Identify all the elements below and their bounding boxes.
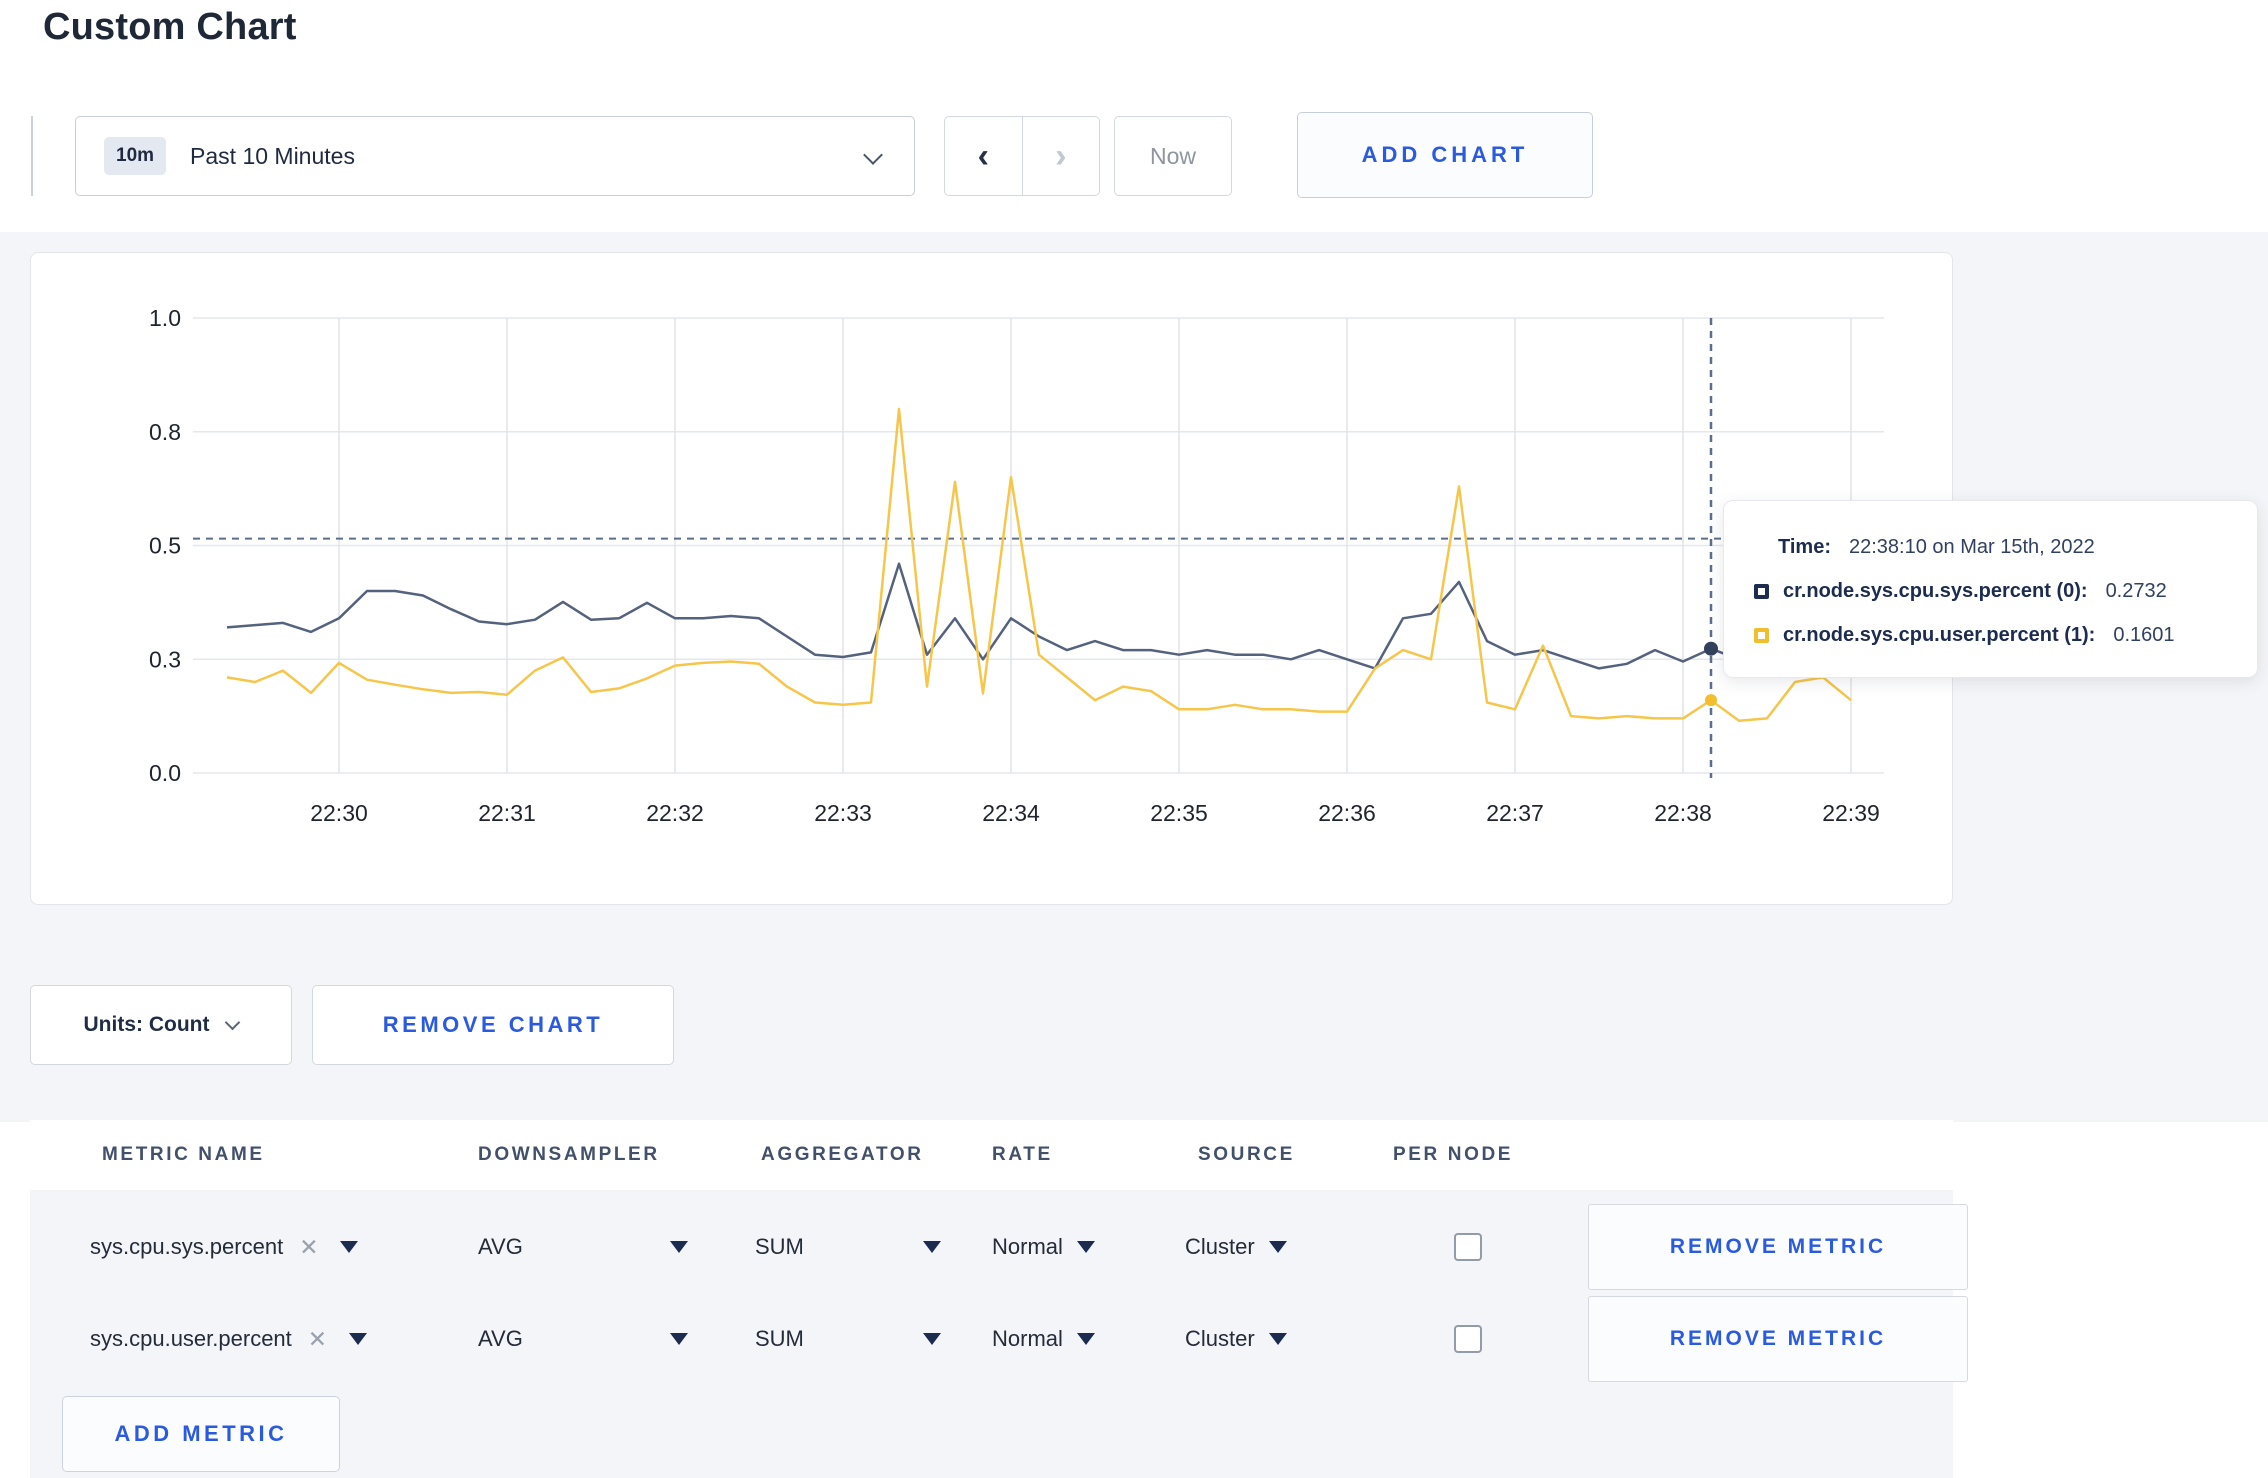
sys-series-swatch-icon	[1754, 583, 1769, 599]
metrics-table-body: sys.cpu.sys.percent ✕ AVG SUM Normal Clu…	[30, 1190, 1968, 1478]
clear-metric-icon[interactable]: ✕	[299, 1234, 318, 1261]
table-row: sys.cpu.sys.percent ✕ AVG SUM Normal Clu…	[30, 1201, 1968, 1293]
caret-down-icon	[1076, 1333, 1095, 1345]
per-node-checkbox[interactable]	[1454, 1233, 1482, 1261]
rate-select[interactable]: Normal	[992, 1201, 1095, 1293]
chart-card: 0.0 0.3 0.5 0.8 1.0 22:30 22:31 22:32 22:33 22:34…	[30, 252, 1953, 905]
aggregator-select[interactable]: SUM	[755, 1201, 941, 1293]
metric-name-dropdown[interactable]: sys.cpu.user.percent ✕	[90, 1293, 368, 1385]
metric-name-label: sys.cpu.user.percent	[90, 1326, 292, 1351]
prev-time-button[interactable]: ‹	[945, 117, 1023, 195]
column-header-source: SOURCE	[1198, 1144, 1295, 1165]
downsampler-select[interactable]: AVG	[478, 1201, 688, 1293]
tooltip-series-label: cr.node.sys.cpu.user.percent (1):	[1783, 623, 2096, 646]
time-window-badge: 10m	[104, 137, 167, 175]
y-axis-tick-label: 0.0	[149, 760, 181, 786]
time-step-buttons: ‹ ›	[944, 116, 1100, 196]
units-label: Units: Count	[83, 1013, 210, 1036]
tooltip-time-row: Time: 22:38:10 on Mar 15th, 2022	[1724, 525, 2257, 569]
per-node-cell	[1438, 1201, 1498, 1293]
tooltip-series-value: 0.2732	[2105, 579, 2167, 602]
per-node-cell	[1438, 1293, 1498, 1385]
source-select[interactable]: Cluster	[1185, 1201, 1287, 1293]
column-header-rate: RATE	[992, 1144, 1053, 1165]
rate-select[interactable]: Normal	[992, 1293, 1095, 1385]
caret-down-icon	[670, 1333, 688, 1345]
caret-down-icon	[1268, 1241, 1287, 1253]
downsampler-value: AVG	[478, 1234, 523, 1259]
caret-down-icon	[340, 1241, 359, 1253]
column-header-metric-name: METRIC NAME	[102, 1144, 265, 1165]
remove-metric-button[interactable]: REMOVE METRIC	[1588, 1204, 1968, 1290]
x-axis-tick-label: 22:30	[310, 800, 368, 826]
caret-down-icon	[1268, 1333, 1287, 1345]
aggregator-value: SUM	[755, 1326, 804, 1351]
toolbar-divider	[31, 116, 33, 196]
chart-svg[interactable]: 0.0 0.3 0.5 0.8 1.0 22:30 22:31 22:32 22:33 22:34…	[31, 253, 1954, 906]
time-window-select[interactable]: 10m Past 10 Minutes	[75, 116, 915, 196]
units-select[interactable]: Units: Count	[30, 985, 292, 1065]
tooltip-time-value: 22:38:10 on Mar 15th, 2022	[1848, 535, 2095, 558]
metrics-table-header: METRIC NAME DOWNSAMPLER AGGREGATOR RATE …	[30, 1120, 1953, 1190]
chevron-right-icon: ›	[1055, 137, 1067, 175]
aggregator-value: SUM	[755, 1234, 804, 1259]
per-node-checkbox[interactable]	[1454, 1325, 1482, 1353]
table-row: sys.cpu.user.percent ✕ AVG SUM Normal Cl…	[30, 1293, 1968, 1385]
caret-down-icon	[670, 1241, 688, 1253]
chart-tooltip: Time: 22:38:10 on Mar 15th, 2022 cr.node…	[1723, 500, 2258, 678]
x-axis-tick-label: 22:36	[1318, 800, 1376, 826]
tooltip-series-row: cr.node.sys.cpu.sys.percent (0): 0.2732	[1724, 569, 2257, 613]
source-select[interactable]: Cluster	[1185, 1293, 1287, 1385]
caret-down-icon	[923, 1333, 941, 1345]
time-window-label: Past 10 Minutes	[190, 142, 355, 169]
custom-chart-page: { "page": { "title": "Custom Chart" }, "…	[0, 0, 2268, 1478]
column-header-per-node: PER NODE	[1393, 1144, 1514, 1165]
x-axis-tick-label: 22:39	[1822, 800, 1880, 826]
now-button[interactable]: Now	[1114, 116, 1232, 196]
tooltip-series-row: cr.node.sys.cpu.user.percent (1): 0.1601	[1724, 613, 2257, 657]
add-metric-button[interactable]: ADD METRIC	[62, 1396, 340, 1472]
y-axis-tick-label: 0.3	[149, 646, 181, 672]
y-axis-tick-label: 0.8	[149, 419, 181, 445]
source-value: Cluster	[1185, 1326, 1255, 1351]
series-line-user	[226, 407, 1852, 722]
rate-value: Normal	[992, 1234, 1063, 1259]
x-axis-tick-label: 22:37	[1486, 800, 1544, 826]
x-axis-tick-label: 22:31	[478, 800, 536, 826]
user-hover-dot	[1705, 694, 1717, 707]
sys-hover-dot	[1704, 641, 1718, 656]
user-series-swatch-icon	[1754, 627, 1769, 643]
caret-down-icon	[349, 1333, 368, 1345]
tooltip-time-label: Time:	[1778, 535, 1831, 558]
tooltip-series-value: 0.1601	[2113, 623, 2175, 646]
chevron-left-icon: ‹	[977, 137, 989, 175]
clear-metric-icon[interactable]: ✕	[308, 1326, 327, 1353]
chevron-down-icon	[225, 1014, 241, 1030]
downsampler-select[interactable]: AVG	[478, 1293, 688, 1385]
caret-down-icon	[1076, 1241, 1095, 1253]
x-axis-tick-label: 22:34	[982, 800, 1040, 826]
source-value: Cluster	[1185, 1234, 1255, 1259]
chevron-down-icon	[863, 145, 883, 165]
x-axis-tick-label: 22:32	[646, 800, 704, 826]
column-header-aggregator: AGGREGATOR	[761, 1144, 924, 1165]
tooltip-series-label: cr.node.sys.cpu.sys.percent (0):	[1783, 579, 2088, 602]
x-axis-tick-label: 22:33	[814, 800, 872, 826]
caret-down-icon	[923, 1241, 941, 1253]
y-axis-tick-label: 0.5	[149, 533, 181, 559]
rate-value: Normal	[992, 1326, 1063, 1351]
add-chart-button[interactable]: ADD CHART	[1297, 112, 1593, 198]
x-axis-tick-label: 22:35	[1150, 800, 1208, 826]
aggregator-select[interactable]: SUM	[755, 1293, 941, 1385]
page-title: Custom Chart	[43, 6, 297, 48]
y-axis-tick-label: 1.0	[149, 305, 181, 331]
downsampler-value: AVG	[478, 1326, 523, 1351]
remove-chart-button[interactable]: REMOVE CHART	[312, 985, 674, 1065]
remove-metric-button[interactable]: REMOVE METRIC	[1588, 1296, 1968, 1382]
column-header-downsampler: DOWNSAMPLER	[478, 1144, 660, 1165]
next-time-button[interactable]: ›	[1023, 117, 1100, 195]
x-axis-tick-label: 22:38	[1654, 800, 1712, 826]
metric-name-label: sys.cpu.sys.percent	[90, 1234, 284, 1259]
metric-name-dropdown[interactable]: sys.cpu.sys.percent ✕	[90, 1201, 359, 1293]
